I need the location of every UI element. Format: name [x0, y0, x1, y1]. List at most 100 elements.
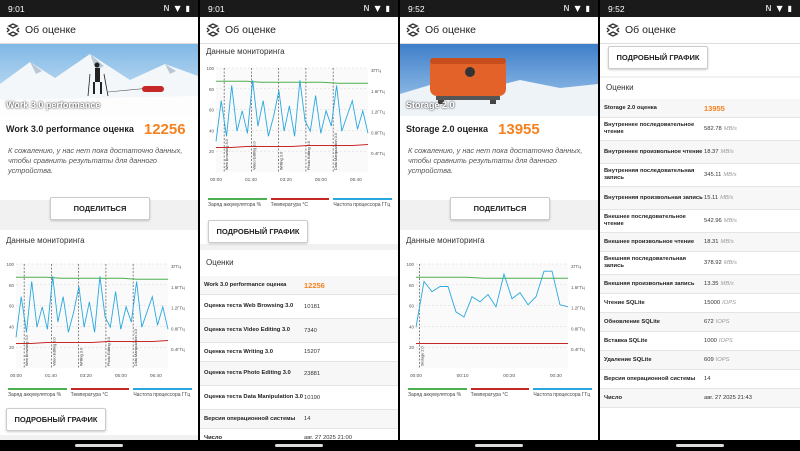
hero-image: Storage 2.0 [400, 44, 598, 116]
table-row: Внутренняя произвольная запись 15.11 MB/s [600, 187, 800, 210]
y2-tick-label: 3ГГц [171, 264, 181, 269]
nav-bar [0, 440, 198, 451]
detail-chart-button[interactable]: ПОДРОБНЫЙ ГРАФИК [208, 220, 308, 243]
nav-bar [200, 440, 398, 451]
home-pill[interactable] [275, 444, 323, 447]
app-bar: Об оценке [0, 17, 198, 44]
row-unit: MB/s [723, 218, 737, 224]
home-pill[interactable] [75, 444, 123, 447]
y-tick-label: 60 [409, 304, 415, 309]
status-bar: 9:52 N ▼ ▮ [400, 0, 598, 17]
row-value: 18.31 MB/s [704, 239, 734, 245]
status-time: 9:52 [408, 3, 425, 14]
table-row: Оценка теста Photo Editing 3.0 23881 [200, 362, 398, 386]
legend-battery: Заряд аккумулятора % [208, 198, 267, 208]
page-title: Об оценке [25, 24, 77, 36]
3dmark-logo-icon[interactable] [206, 23, 220, 37]
x-tick-label: 00:00 [10, 373, 22, 379]
monitoring-chart[interactable]: 100 80 60 40 20 3ГГц 1.6ГГц 1.2ГГц 0.8ГГц 0.4ГГц 0… [4, 258, 194, 386]
battery-icon: ▮ [585, 4, 590, 13]
y-tick-label: 40 [9, 324, 15, 329]
test-marker-label: Web Browsing 3.0 [225, 139, 229, 170]
home-pill[interactable] [475, 444, 523, 447]
row-value: 15.11 MB/s [704, 195, 734, 201]
row-label: Внешнее произвольное чтение [604, 238, 695, 245]
share-button[interactable]: ПОДЕЛИТЬСЯ [50, 197, 150, 220]
score-value: 12256 [143, 120, 186, 138]
y2-tick-label: 0.8ГГц [171, 326, 185, 331]
x-tick-label: 06:40 [150, 373, 162, 379]
row-label: Внешнее последовательное чтение [604, 214, 686, 227]
y-tick-label: 100 [206, 66, 214, 71]
row-label: Work 3.0 performance оценка [204, 281, 287, 288]
monitoring-chart[interactable]: 100 80 60 40 20 2ГГц 1.6ГГц 1.2ГГц 0.8ГГц 0.4ГГц 0… [404, 258, 594, 386]
row-label: Обновление SQLite [604, 318, 661, 325]
status-time: 9:52 [608, 3, 625, 14]
row-value: 609 IOPS [704, 357, 730, 363]
row-label: Оценка теста Data Manipulation 3.0 [204, 394, 304, 400]
y2-tick-label: 0.4ГГц [571, 347, 585, 352]
monitoring-chart[interactable]: 100 80 60 40 20 3ГГц 1.6ГГц 1.2ГГц 0.8ГГц 0.4ГГц 0… [204, 62, 394, 190]
3dmark-logo-icon[interactable] [406, 23, 420, 37]
monitoring-title: Данные мониторинга [6, 236, 85, 245]
scores-title: Оценки [606, 83, 634, 92]
home-pill[interactable] [676, 444, 724, 447]
y2-tick-label: 0.8ГГц [371, 130, 385, 135]
row-value: 672 IOPS [704, 319, 730, 325]
table-row: Внешнее произвольное чтение 18.31 MB/s [600, 233, 800, 252]
y2-tick-label: 1.6ГГц [571, 285, 585, 290]
legend-temp: Температура °С [470, 388, 530, 398]
x-tick-label: 00:00 [210, 177, 222, 183]
page-title: Об оценке [225, 24, 277, 36]
row-label: Чтение SQLite [604, 299, 645, 306]
x-tick-label: 01:40 [245, 177, 257, 183]
row-value: 12256 [304, 280, 325, 290]
test-marker-label: Video Editing 3.0 [252, 141, 256, 170]
table-row: Storage 2.0 оценка 13955 [600, 99, 800, 118]
monitoring-title: Данные мониторинга [206, 47, 285, 56]
row-unit: MB/s [720, 239, 734, 245]
y-tick-label: 20 [209, 149, 215, 154]
share-button[interactable]: ПОДЕЛИТЬСЯ [450, 197, 550, 220]
nfc-icon: N [765, 4, 772, 13]
nfc-icon: N [563, 4, 570, 13]
table-row: Внутренняя последовательная запись 345.11… [600, 164, 800, 187]
no-data-message: К сожалению, у нас нет пока достаточно д… [408, 146, 583, 175]
y2-tick-label: 1.2ГГц [171, 306, 185, 311]
row-unit: MB/s [723, 260, 737, 266]
3dmark-logo-icon[interactable] [6, 23, 20, 37]
row-label: Внешняя последовательная запись [604, 256, 686, 269]
row-unit: IOPS [718, 338, 733, 344]
chart-legend: Заряд аккумулятора % Температура °С Част… [8, 388, 193, 398]
row-label: Оценка теста Video Editing 3.0 [204, 327, 291, 333]
row-unit: IOPS [722, 300, 736, 306]
3dmark-logo-icon[interactable] [606, 23, 620, 37]
row-value: 23881 [304, 370, 321, 377]
row-label: Storage 2.0 оценка [604, 104, 657, 111]
wifi-icon: ▼ [374, 4, 381, 13]
x-tick-label: 00:30 [550, 373, 562, 379]
row-label: Версия операционной системы [204, 415, 296, 422]
detail-chart-button[interactable]: ПОДРОБНЫЙ ГРАФИК [6, 408, 106, 431]
wifi-icon: ▼ [776, 4, 783, 13]
chart-legend: Заряд аккумулятора % Температура °С Част… [408, 388, 593, 398]
legend-battery: Заряд аккумулятора % [8, 388, 67, 398]
test-marker-label: Writing 3.0 [80, 348, 84, 366]
table-row: Вставка SQLite 1000 IOPS [600, 332, 800, 351]
row-unit: IOPS [715, 319, 730, 325]
row-value: 14 [304, 416, 311, 422]
table-row: Внутреннее произвольное чтение 18.37 MB/s [600, 141, 800, 164]
y-tick-label: 80 [209, 87, 215, 92]
test-marker-label: Storage 2.0 [421, 346, 425, 366]
y2-tick-label: 0.8ГГц [571, 326, 585, 331]
detail-chart-button[interactable]: ПОДРОБНЫЙ ГРАФИК [608, 46, 708, 69]
test-marker-label: Data Manipulation 3.0 [334, 133, 338, 170]
status-bar: 9:01 N ▼ ▮ [0, 0, 198, 17]
table-row: Версия операционной системы 14 [200, 410, 398, 429]
nav-bar [600, 440, 800, 451]
row-label: Версия операционной системы [604, 375, 696, 382]
row-label: Внутреннее последовательное чтение [604, 122, 695, 135]
x-tick-label: 03:20 [80, 373, 92, 379]
row-label: Внутренняя последовательная запись [604, 168, 695, 181]
status-bar: 9:52 N ▼ ▮ [600, 0, 800, 17]
